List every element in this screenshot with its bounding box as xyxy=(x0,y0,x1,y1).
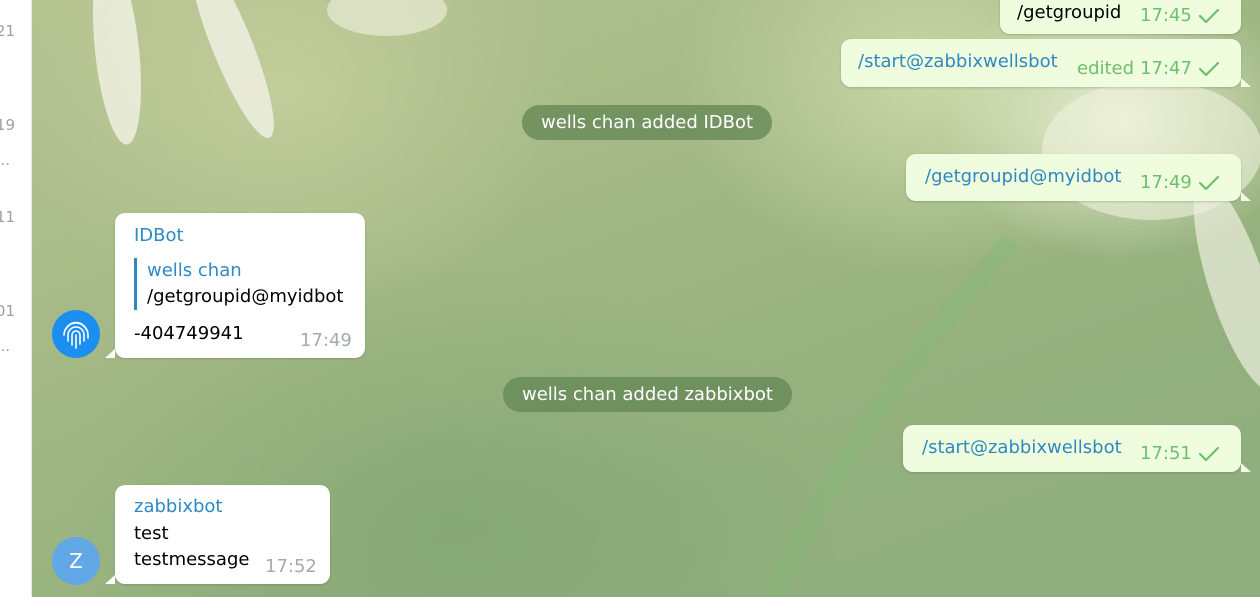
chat-list-time-fragment: 11 xyxy=(0,208,15,226)
message-time: 17:49 xyxy=(1140,172,1192,193)
check-icon xyxy=(1198,175,1220,191)
chat-list-time-fragment: 01 xyxy=(0,302,15,320)
chat-list-ellipsis: ... xyxy=(0,151,10,169)
message-meta: 17:49 xyxy=(1140,172,1220,193)
message-text: testmessage xyxy=(134,549,250,570)
message-meta: 17:51 xyxy=(1140,443,1220,464)
reply-author: wells chan xyxy=(147,260,242,281)
message-time: 17:49 xyxy=(300,330,352,351)
message-time: 17:47 xyxy=(1140,58,1192,79)
check-icon xyxy=(1198,8,1220,24)
outgoing-message[interactable]: /start@zabbixwellsbot edited 17:47 xyxy=(841,39,1241,87)
chat-list-sidebar[interactable]: 21 19 ... 11 01 ... xyxy=(0,0,32,597)
bubble-tail xyxy=(105,349,115,358)
message-text: test xyxy=(134,523,169,544)
chat-message-area[interactable]: /getgroupid 17:45 /start@zabbixwellsbot … xyxy=(32,0,1260,597)
reply-quote[interactable]: wells chan /getgroupid@myidbot xyxy=(134,258,343,310)
outgoing-message[interactable]: /getgroupid 17:45 xyxy=(1000,0,1241,34)
message-time: 17:52 xyxy=(265,556,317,577)
bubble-tail xyxy=(1241,78,1251,87)
chat-list-time-fragment: 19 xyxy=(0,116,15,134)
outgoing-message[interactable]: /getgroupid@myidbot 17:49 xyxy=(906,154,1241,201)
command-link[interactable]: /getgroupid@myidbot xyxy=(925,166,1121,187)
incoming-message[interactable]: IDBot wells chan /getgroupid@myidbot -40… xyxy=(115,213,365,358)
message-time: 17:51 xyxy=(1140,443,1192,464)
outgoing-message[interactable]: /start@zabbixwellsbot 17:51 xyxy=(903,425,1241,472)
sender-name[interactable]: IDBot xyxy=(134,225,184,246)
reply-text: /getgroupid@myidbot xyxy=(147,286,344,307)
bubble-tail xyxy=(1241,192,1251,201)
incoming-message[interactable]: zabbixbot test testmessage 17:52 xyxy=(115,485,330,584)
message-text: /getgroupid xyxy=(1017,2,1122,23)
check-icon xyxy=(1198,61,1220,77)
sender-name[interactable]: zabbixbot xyxy=(134,496,222,517)
chat-list-ellipsis: ... xyxy=(0,337,10,355)
command-link[interactable]: /start@zabbixwellsbot xyxy=(858,51,1058,72)
fingerprint-icon[interactable] xyxy=(52,310,100,358)
bubble-tail xyxy=(105,575,115,584)
service-message: wells chan added zabbixbot xyxy=(503,377,792,412)
avatar[interactable]: Z xyxy=(52,537,100,585)
service-message: wells chan added IDBot xyxy=(522,105,773,140)
edited-label: edited xyxy=(1077,58,1135,79)
message-text: -404749941 xyxy=(134,323,244,344)
bubble-tail xyxy=(1241,463,1251,472)
message-meta: 17:45 xyxy=(1140,5,1220,26)
message-meta: edited 17:47 xyxy=(1077,58,1220,79)
message-time: 17:45 xyxy=(1140,5,1192,26)
chat-list-time-fragment: 21 xyxy=(0,22,15,40)
check-icon xyxy=(1198,446,1220,462)
command-link[interactable]: /start@zabbixwellsbot xyxy=(922,437,1122,458)
